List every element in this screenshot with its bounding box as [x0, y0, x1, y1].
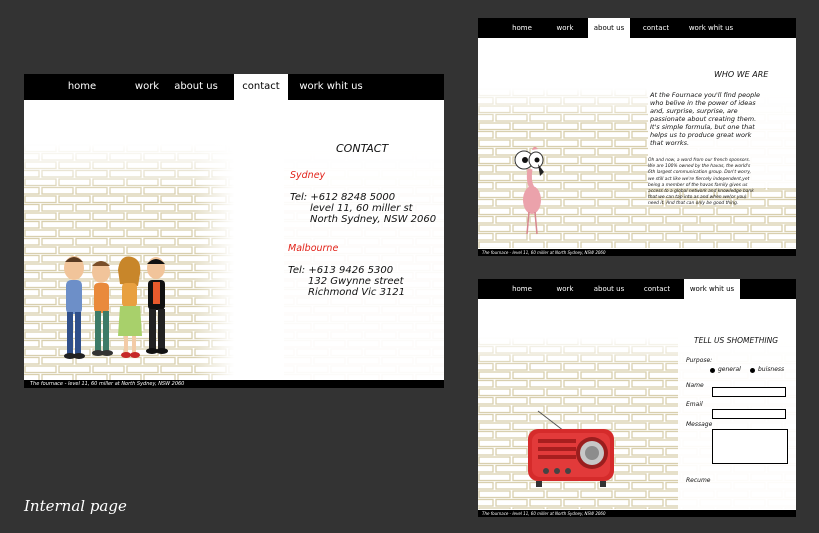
email-field[interactable] — [712, 409, 786, 419]
work-nav: home work about us contact work whit us — [478, 279, 796, 299]
radio-buisness-label: buisness — [758, 366, 785, 373]
person-figure — [64, 256, 85, 359]
nav-contact[interactable]: contact — [636, 279, 678, 299]
about-paragraph-2: Oh and now, a word from our french spons… — [648, 158, 754, 208]
name-label: Name — [686, 382, 704, 389]
nav-work[interactable]: work — [128, 74, 166, 100]
nav-work-whit-us[interactable]: work whit us — [294, 74, 368, 100]
nav-work-whit-us[interactable]: work whit us — [682, 18, 740, 38]
nav-work-whit-us[interactable]: work whit us — [684, 279, 740, 299]
about-page-frame: home work about us contact work whit us … — [478, 18, 796, 256]
team-illustration — [64, 256, 168, 359]
nav-home[interactable]: home — [504, 18, 540, 38]
resume-label: Recume — [686, 477, 711, 484]
melbourne-address-2: Richmond Vic 3121 — [308, 287, 406, 298]
about-paragraph-1: At the Fournace you'll find people who b… — [650, 91, 760, 147]
message-label: Message — [686, 421, 713, 428]
nav-home[interactable]: home — [504, 279, 540, 299]
person-figure — [118, 256, 142, 358]
page-footer: The fournace - level 11, 60 miller at No… — [478, 510, 796, 517]
about-para1-line: It's simple formula, but one that — [650, 123, 755, 131]
sydney-address-2: North Sydney, NSW 2060 — [310, 214, 437, 225]
about-para1-line: that worrks. — [650, 139, 690, 147]
sydney-tel: Tel: +612 8248 5000 — [290, 192, 396, 203]
nav-work[interactable]: work — [550, 18, 580, 38]
contact-page-frame: home work about us contact work whit us … — [24, 74, 444, 388]
about-para1-line: At the Fournace you'll find people — [650, 91, 760, 99]
person-figure — [146, 257, 168, 354]
nav-home[interactable]: home — [24, 74, 140, 100]
contact-heading: CONTACT — [336, 142, 389, 155]
melbourne-label: Malbourne — [288, 243, 339, 254]
internal-page-caption: Internal page — [24, 497, 127, 515]
page-footer: The fournace - level 11, 60 miller at No… — [24, 380, 444, 388]
melbourne-tel: Tel: +613 9426 5300 — [288, 265, 394, 276]
email-label: Email — [686, 401, 703, 408]
name-field[interactable] — [712, 387, 786, 397]
about-para1-line: and, surprise, surprise, are — [650, 107, 738, 115]
about-para1-line: passionate about creating them. — [650, 115, 757, 123]
sydney-label: Sydney — [290, 170, 326, 181]
radio-illustration — [528, 410, 614, 487]
message-field[interactable] — [712, 429, 788, 464]
nav-about-us[interactable]: about us — [588, 18, 630, 38]
nav-contact[interactable]: contact — [234, 74, 288, 100]
nav-work[interactable]: work — [550, 279, 580, 299]
person-figure — [92, 261, 113, 356]
main-nav: home work about us contact work whit us — [24, 74, 444, 100]
about-heading: WHO WE ARE — [714, 70, 769, 79]
about-nav: home work about us contact work whit us — [478, 18, 796, 38]
about-para2-line: we still act like we're fiercely indepen… — [648, 176, 750, 182]
purpose-label: Purpose: — [686, 357, 713, 364]
work-page-frame: home work about us contact work whit us … — [478, 279, 796, 517]
about-para2-line: need it. And that can only be good thing… — [648, 201, 739, 207]
about-para1-line: helps us to produce great work — [650, 131, 752, 139]
radio-buisness[interactable] — [750, 368, 755, 373]
sydney-address-1: level 11, 60 miller st — [310, 203, 413, 214]
flamingo-illustration — [514, 146, 544, 235]
form-heading: TELL US SHOMETHING — [694, 336, 779, 345]
nav-contact[interactable]: contact — [636, 18, 676, 38]
page-footer: The fournace - level 11, 60 miller at No… — [478, 249, 796, 256]
melbourne-address-1: 132 Gwynne street — [308, 276, 404, 287]
nav-about-us[interactable]: about us — [169, 74, 223, 100]
nav-about-us[interactable]: about us — [588, 279, 630, 299]
radio-general-label: general — [718, 366, 741, 373]
about-para2-line: 6th largest communication group. Don't w… — [648, 170, 752, 176]
radio-general[interactable] — [710, 368, 715, 373]
about-para1-line: who belive in the power of ideas — [650, 99, 756, 107]
